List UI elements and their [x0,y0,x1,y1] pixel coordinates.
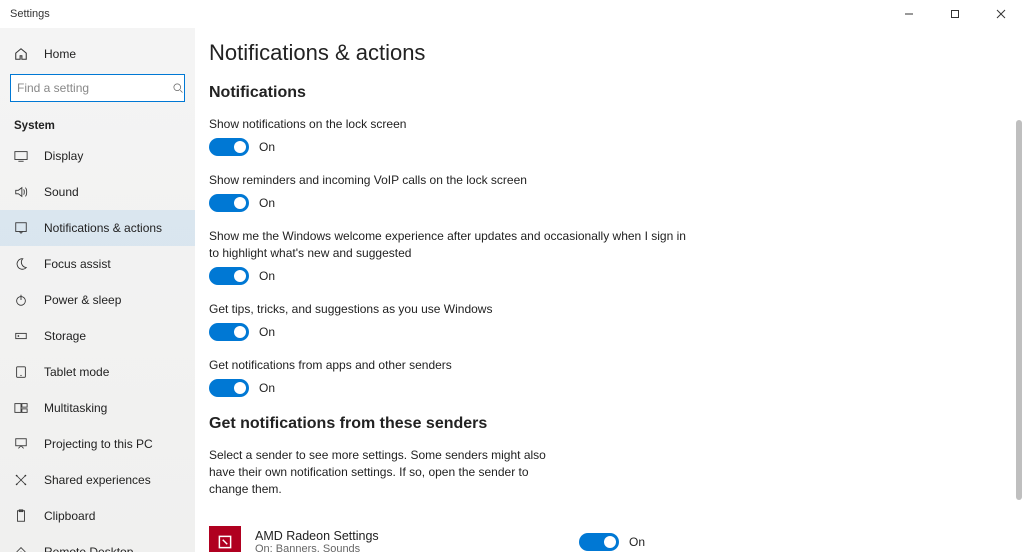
sidebar-item-focus-assist[interactable]: Focus assist [0,246,195,282]
titlebar: Settings [0,0,1024,28]
sidebar-item-multitasking[interactable]: Multitasking [0,390,195,426]
setting-label: Show notifications on the lock screen [209,116,689,132]
sidebar-item-label: Focus assist [44,257,111,271]
sidebar-item-shared-experiences[interactable]: Shared experiences [0,462,195,498]
home-button[interactable]: Home [0,36,195,72]
page-title: Notifications & actions [209,40,1004,66]
toggle-state: On [259,325,275,339]
window-title: Settings [10,8,886,20]
minimize-button[interactable] [886,0,932,28]
search-icon [172,82,184,94]
sidebar-item-power-sleep[interactable]: Power & sleep [0,282,195,318]
toggle-lock-screen[interactable] [209,138,249,156]
remote-icon [14,545,30,552]
setting-tips: Get tips, tricks, and suggestions as you… [209,301,689,341]
power-icon [14,293,30,307]
sidebar-item-label: Multitasking [44,401,107,415]
toggle-state: On [259,269,275,283]
toggle-voip[interactable] [209,194,249,212]
multitasking-icon [14,401,30,415]
sender-name: AMD Radeon Settings [255,529,579,543]
display-icon [14,149,30,163]
setting-app-notifications: Get notifications from apps and other se… [209,357,689,397]
setting-welcome-experience: Show me the Windows welcome experience a… [209,228,689,284]
project-icon [14,437,30,451]
sidebar-item-label: Tablet mode [44,365,109,379]
senders-description: Select a sender to see more settings. So… [209,447,569,497]
home-label: Home [44,47,76,61]
sidebar-item-label: Notifications & actions [44,221,162,235]
toggle-welcome[interactable] [209,267,249,285]
setting-label: Show me the Windows welcome experience a… [209,228,689,260]
tablet-icon [14,365,30,379]
home-icon [14,47,30,61]
toggle-tips[interactable] [209,323,249,341]
sidebar-item-storage[interactable]: Storage [0,318,195,354]
setting-lock-screen: Show notifications on the lock screen On [209,116,689,156]
setting-voip-lock-screen: Show reminders and incoming VoIP calls o… [209,172,689,212]
setting-label: Get notifications from apps and other se… [209,357,689,373]
sidebar-item-sound[interactable]: Sound [0,174,195,210]
search-input-wrapper[interactable] [10,74,185,102]
toggle-state: On [259,196,275,210]
setting-label: Get tips, tricks, and suggestions as you… [209,301,689,317]
toggle-apps[interactable] [209,379,249,397]
search-input[interactable] [17,81,172,95]
sound-icon [14,185,30,199]
storage-icon [14,329,30,343]
toggle-state: On [629,535,645,549]
scrollbar-thumb[interactable] [1016,120,1022,500]
sidebar: Home System Display Sound Notifications … [0,28,195,552]
sender-amd-radeon[interactable]: AMD Radeon Settings On: Banners, Sounds … [209,516,669,552]
sidebar-item-label: Display [44,149,83,163]
toggle-state: On [259,381,275,395]
sidebar-item-label: Power & sleep [44,293,121,307]
sidebar-item-tablet-mode[interactable]: Tablet mode [0,354,195,390]
page-scrollbar[interactable] [1016,0,1022,552]
sidebar-section-label: System [0,112,195,138]
sidebar-item-label: Clipboard [44,509,95,523]
content-pane: Notifications & actions Notifications Sh… [195,28,1024,552]
sidebar-item-display[interactable]: Display [0,138,195,174]
sidebar-item-label: Sound [44,185,79,199]
sidebar-item-notifications[interactable]: Notifications & actions [0,210,195,246]
toggle-sender-amd[interactable] [579,533,619,551]
maximize-button[interactable] [932,0,978,28]
sidebar-item-label: Projecting to this PC [44,437,153,451]
notification-icon [14,221,30,235]
sender-sub: On: Banners, Sounds [255,543,579,552]
sidebar-item-projecting[interactable]: Projecting to this PC [0,426,195,462]
share-icon [14,473,30,487]
sidebar-item-label: Shared experiences [44,473,151,487]
notifications-heading: Notifications [209,84,1004,102]
sidebar-item-remote-desktop[interactable]: Remote Desktop [0,534,195,552]
moon-icon [14,257,30,271]
senders-heading: Get notifications from these senders [209,415,1004,433]
toggle-state: On [259,140,275,154]
setting-label: Show reminders and incoming VoIP calls o… [209,172,689,188]
sidebar-item-label: Remote Desktop [44,545,133,552]
sidebar-item-clipboard[interactable]: Clipboard [0,498,195,534]
amd-icon [209,526,241,552]
sidebar-item-label: Storage [44,329,86,343]
clipboard-icon [14,509,30,523]
